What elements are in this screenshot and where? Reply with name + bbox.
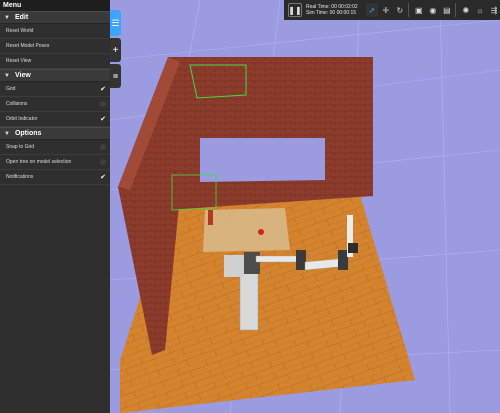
checkmark-icon: ✔: [100, 86, 106, 93]
checkmark-icon: ✔: [100, 116, 106, 123]
unchecked-dot-icon: [100, 101, 106, 107]
menu-item-orbit-indicator[interactable]: Orbit Indicator ✔: [0, 112, 110, 127]
section-options[interactable]: ▼ Options: [0, 127, 110, 140]
chevron-down-icon: ▼: [4, 130, 10, 137]
item-label: Reset View: [6, 58, 32, 64]
item-label: Open tree on model selection: [6, 159, 72, 165]
pause-icon[interactable]: ❚❚: [288, 3, 302, 17]
cylinder-shape-icon[interactable]: ▤: [441, 3, 453, 17]
item-label: Reset World: [6, 28, 34, 34]
sim-time-readout: Sim Time: 00 00:00:15: [306, 10, 357, 16]
rotate-icon[interactable]: ↻: [394, 3, 406, 17]
section-edit-label: Edit: [14, 14, 29, 21]
spot-light-icon[interactable]: ☼: [474, 3, 486, 17]
section-edit[interactable]: ▼ Edit: [0, 11, 110, 24]
item-label: Collisions: [6, 101, 28, 107]
toolbar-divider: [407, 3, 409, 17]
checkmark-icon: ✔: [100, 174, 106, 181]
box-shape-icon[interactable]: ▣: [413, 3, 425, 17]
menu-item-reset-model-poses[interactable]: Reset Model Poses: [0, 39, 110, 54]
chevron-down-icon: ▼: [4, 14, 10, 21]
menu-tab-hamburger-icon[interactable]: ☰: [110, 10, 121, 36]
item-label: Orbit Indicator: [6, 116, 38, 122]
toolbar: ❚❚ Real Time: 00 00:02:02 Sim Time: 00 0…: [284, 0, 500, 20]
table-top: [203, 208, 290, 252]
directional-light-icon[interactable]: ⇶: [488, 3, 500, 17]
chevron-down-icon: ▼: [4, 72, 10, 79]
time-display: Real Time: 00 00:02:02 Sim Time: 00 00:0…: [306, 4, 358, 16]
item-label: Grid: [6, 86, 16, 92]
menu-item-notifications[interactable]: Notifications ✔: [0, 170, 110, 185]
item-label: Snap to Grid: [6, 144, 35, 150]
section-options-label: Options: [14, 130, 42, 137]
select-arrow-icon[interactable]: ➚: [365, 3, 378, 17]
sphere-shape-icon[interactable]: ◉: [427, 3, 439, 17]
insert-tab-plus-icon[interactable]: +: [110, 38, 121, 62]
item-label: Reset Model Poses: [6, 43, 50, 49]
menu-item-collisions[interactable]: Collisions: [0, 97, 110, 112]
wall-window-opening: [200, 138, 325, 182]
section-view-label: View: [14, 72, 31, 79]
menu-item-reset-view[interactable]: Reset View: [0, 54, 110, 69]
translate-icon[interactable]: ✛: [380, 3, 392, 17]
unchecked-dot-icon: [100, 144, 106, 150]
toolbar-divider: [454, 3, 456, 17]
point-light-icon[interactable]: ✺: [460, 3, 472, 17]
section-view[interactable]: ▼ View: [0, 69, 110, 82]
menu-item-grid[interactable]: Grid ✔: [0, 82, 110, 97]
tree-tab-list-icon[interactable]: ≣: [110, 64, 121, 88]
menu-item-open-tree[interactable]: Open tree on model selection: [0, 155, 110, 170]
red-ball: [258, 229, 264, 235]
menu-panel: Menu ▼ Edit Reset World Reset Model Poses…: [0, 0, 110, 413]
back-brick-wall: [168, 57, 373, 210]
menu-item-reset-world[interactable]: Reset World: [0, 24, 110, 39]
unchecked-dot-icon: [100, 159, 106, 165]
menu-item-snap-to-grid[interactable]: Snap to Grid: [0, 140, 110, 155]
menu-title: Menu: [0, 0, 110, 11]
item-label: Notifications: [6, 174, 34, 180]
